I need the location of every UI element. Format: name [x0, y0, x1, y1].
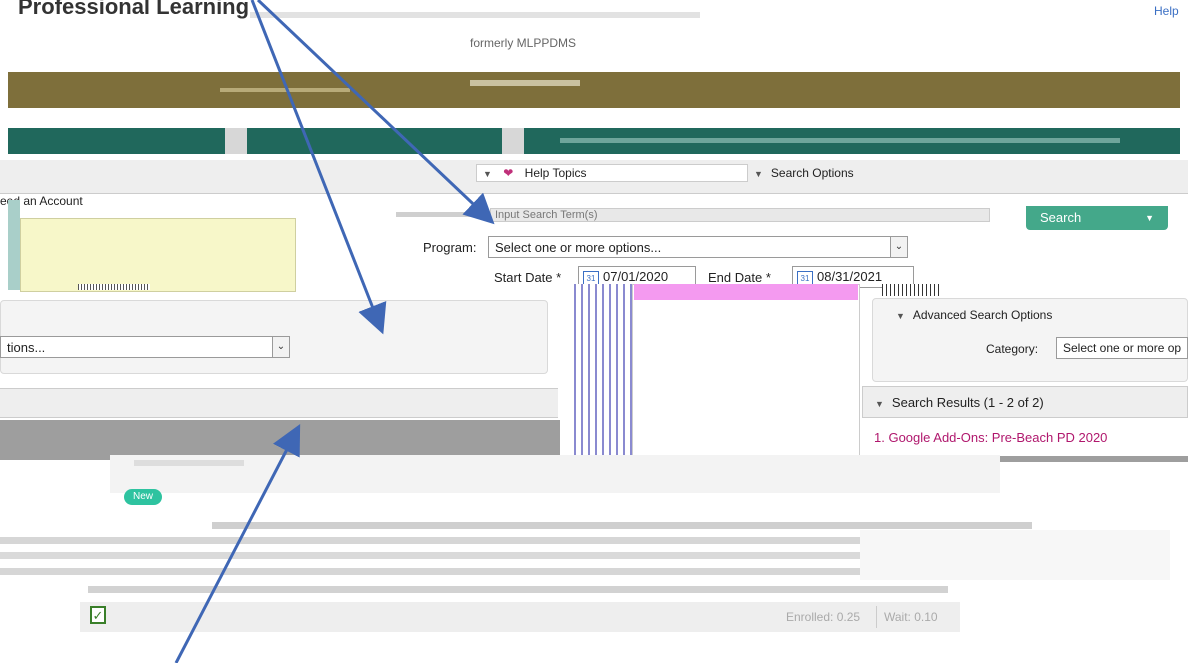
collapse-triangle-icon: ▼	[483, 169, 492, 179]
teal-banner-divider-2	[502, 128, 524, 154]
description-line-2	[0, 537, 860, 544]
search-button[interactable]: Search ▼	[1026, 206, 1168, 230]
description-line-3	[0, 552, 860, 559]
teal-banner-garble	[560, 138, 1120, 143]
footer-divider	[876, 606, 877, 628]
search-results-label: Search Results (1 - 2 of 2)	[891, 395, 1044, 410]
dropdown-caret-icon: ▼	[1145, 213, 1154, 223]
olive-banner	[8, 72, 1180, 108]
end-date-label: End Date *	[708, 270, 771, 285]
collapse-triangle-icon-2: ▼	[754, 169, 763, 179]
collapse-triangle-icon-3: ▼	[896, 311, 905, 321]
category-select[interactable]: Select one or more op	[1056, 337, 1188, 359]
description-block-bg	[860, 530, 1170, 580]
search-label-garble	[396, 212, 480, 217]
header-garble	[250, 12, 700, 18]
start-date-label: Start Date *	[494, 270, 561, 285]
page-subtitle: formerly MLPPDMS	[470, 36, 577, 50]
category-label: Category:	[986, 342, 1039, 356]
search-options-tab[interactable]: ▼ Search Options	[754, 166, 854, 180]
checklist-icon[interactable]: ✓	[90, 606, 106, 624]
description-line-1	[212, 522, 1032, 529]
teal-banner-divider-1	[225, 128, 247, 154]
search-button-label: Search	[1040, 210, 1082, 225]
search-input[interactable]: Input Search Term(s)	[490, 208, 990, 222]
olive-banner-garble	[220, 88, 350, 92]
enrolled-count: Enrolled: 0.25	[786, 610, 861, 624]
olive-banner-garble-2	[470, 80, 580, 86]
new-badge: New	[124, 489, 162, 505]
page-title: Professional Learning	[18, 0, 250, 19]
collapse-triangle-icon-4: ▼	[875, 399, 884, 409]
chevron-down-icon-2: ⌄	[272, 337, 289, 357]
program-label: Program:	[423, 240, 477, 255]
grey-band-left	[0, 420, 560, 460]
barcode-decor-2	[78, 284, 150, 290]
listing-title-garble	[134, 460, 244, 466]
search-results-header[interactable]: ▼ Search Results (1 - 2 of 2)	[862, 386, 1188, 418]
start-date-label-text: Start Date *	[494, 270, 562, 285]
start-date-value: 07/01/2020	[603, 269, 669, 284]
heart-icon: ❤	[503, 166, 514, 180]
category-select-value: Select one or more op	[1063, 341, 1182, 355]
program-select-value: Select one or more options...	[495, 240, 662, 255]
help-link[interactable]: Help	[1154, 4, 1179, 18]
calendar-stripes	[574, 284, 632, 460]
help-topics-tab[interactable]: ▼ ❤ Help Topics	[476, 164, 748, 182]
results-bar-left	[0, 388, 558, 418]
barcode-decor	[882, 284, 942, 296]
description-line-5	[88, 586, 948, 593]
left-select-value: tions...	[7, 340, 46, 355]
advanced-search-label: Advanced Search Options	[912, 308, 1053, 322]
search-options-label: Search Options	[770, 166, 854, 180]
description-line-4	[0, 568, 940, 575]
help-topics-label: Help Topics	[524, 166, 587, 180]
advanced-search-header[interactable]: ▼ Advanced Search Options	[896, 308, 1052, 322]
calendar-popup[interactable]	[632, 284, 860, 456]
end-date-value: 08/31/2021	[817, 269, 883, 284]
left-options-select[interactable]: tions... ⌄	[0, 336, 290, 358]
program-select[interactable]: Select one or more options... ⌄	[488, 236, 908, 258]
wait-count: Wait: 0.10	[884, 610, 938, 624]
chevron-down-icon: ⌄	[890, 237, 907, 257]
preview-box	[20, 218, 296, 292]
calendar-popup-header	[634, 284, 858, 300]
result-item-1[interactable]: 1. Google Add-Ons: Pre-Beach PD 2020	[874, 430, 1107, 445]
left-teal-bar	[8, 200, 20, 290]
